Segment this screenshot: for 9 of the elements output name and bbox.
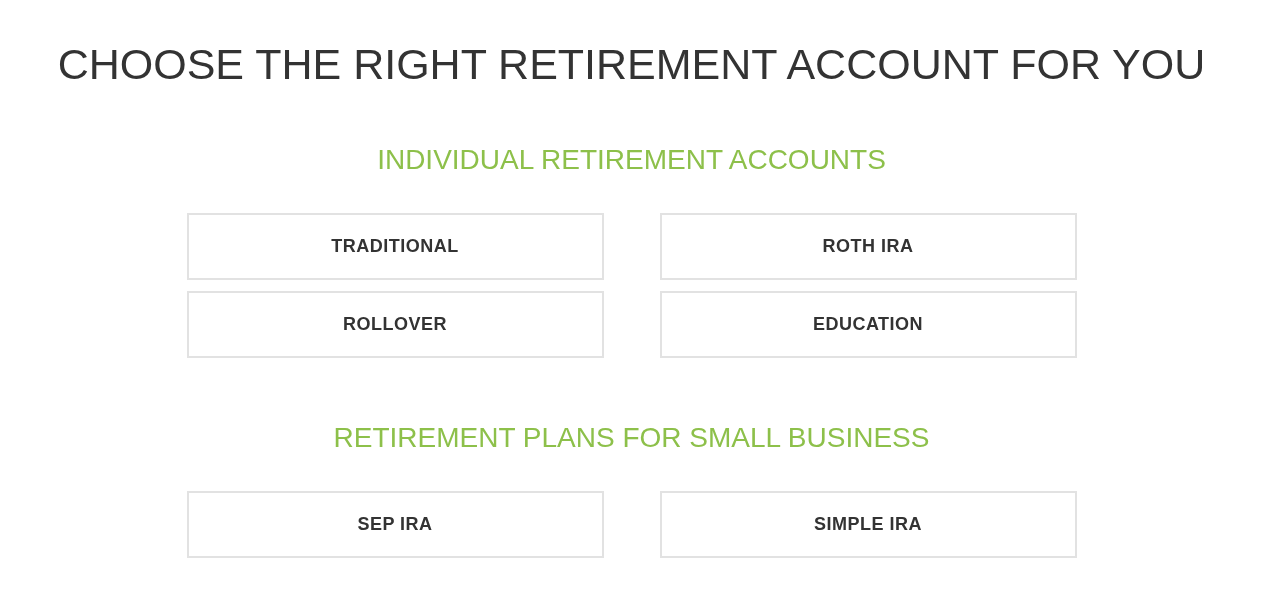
account-button[interactable]: SEP IRA: [186, 491, 604, 558]
account-button[interactable]: SIMPLE IRA: [659, 491, 1077, 558]
account-button[interactable]: ROLLOVER: [186, 291, 604, 358]
page-title: CHOOSE THE RIGHT RETIREMENT ACCOUNT FOR YOU: [57, 39, 1206, 90]
section-heading: RETIREMENT PLANS FOR SMALL BUSINESS: [333, 421, 930, 455]
account-button[interactable]: TRADITIONAL: [186, 213, 604, 280]
account-button[interactable]: EDUCATION: [659, 291, 1077, 358]
section-heading: INDIVIDUAL RETIREMENT ACCOUNTS: [377, 143, 886, 177]
account-button[interactable]: ROTH IRA: [659, 213, 1077, 280]
